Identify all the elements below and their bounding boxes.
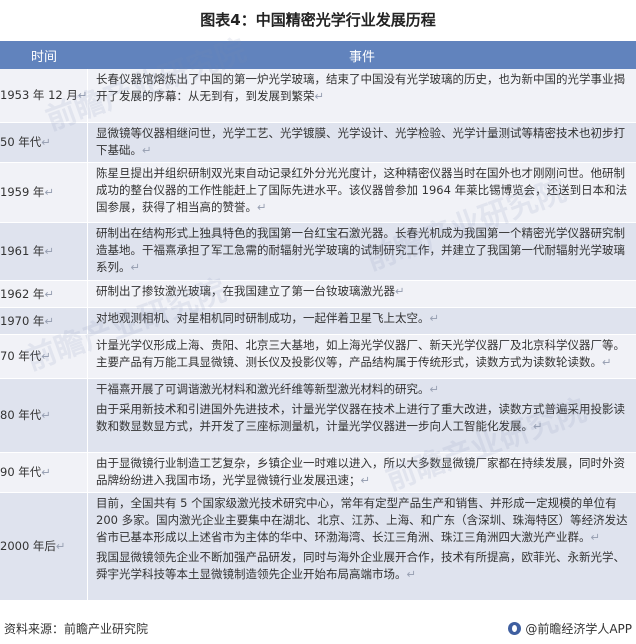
table-row: 50 年代 ↵ 显微镜等仪器相继问世，光学工艺、光学镀膜、光学设计、光学检验、光学计… — [0, 123, 636, 163]
brand: @前瞻经济学人APP — [508, 620, 632, 637]
event-paragraph: 研制出了掺钕激光玻璃，在我国建立了第一台钕玻璃激光器↵ — [96, 283, 632, 300]
return-mark-icon: ↵ — [429, 311, 440, 325]
return-mark-icon: ↵ — [41, 135, 51, 149]
event-paragraph: 研制出在结构形式上独具特色的我国第一台红宝石激光器。长春光机成为我国第一个精密光… — [96, 225, 632, 276]
row-event: 研制出在结构形式上独具特色的我国第一台红宝石激光器。长春光机成为我国第一个精密光… — [88, 223, 636, 280]
event-paragraph: 我国显微镜领先企业不断加强产品研发，同时与海外企业展开合作，技术有所提高，欧菲光… — [96, 549, 632, 583]
table-row: 1953 年 12 月 ↵ 长春仪器馆熔炼出了中国的第一炉光学玻璃，结束了中国没有光… — [0, 69, 636, 123]
table-row: 1970 年 ↵ 对地观测相机、对星相机同时研制成功，一起伴着卫星飞上太空。↵ — [0, 308, 636, 335]
event-paragraph: 计量光学仪形成上海、贵阳、北京三大基地，如上海光学仪器厂、新天光学仪器厂及北京科… — [96, 337, 632, 371]
return-mark-icon: ↵ — [77, 88, 88, 102]
event-text: 目前，全国共有 5 个国家级激光技术研究中心，常年有定型产品生产和销售、并形成一… — [96, 496, 628, 544]
row-time: 90 年代 ↵ — [0, 453, 88, 492]
event-paragraph: 由于采用新技术和引进国外先进技术，计量光学仪器在技术上进行了重大改进，读数方式普… — [96, 401, 632, 435]
row-time-label: 2000 年后 — [0, 539, 56, 553]
row-time-label: 70 年代 — [0, 349, 42, 363]
row-time: 1961 年 ↵ — [0, 223, 88, 280]
row-time-label: 50 年代 — [0, 135, 42, 149]
event-paragraph: 长春仪器馆熔炼出了中国的第一炉光学玻璃，结束了中国没有光学玻璃的历史，也为新中国… — [96, 71, 632, 105]
row-event: 目前，全国共有 5 个国家级激光技术研究中心，常年有定型产品生产和销售、并形成一… — [88, 493, 636, 600]
return-mark-icon: ↵ — [395, 284, 405, 298]
event-paragraph: 显微镜等仪器相继问世，光学工艺、光学镀膜、光学设计、光学检验、光学计量测试等精密… — [96, 125, 632, 159]
return-mark-icon: ↵ — [257, 200, 267, 214]
return-mark-icon: ↵ — [41, 465, 51, 479]
row-time-label: 80 年代 — [0, 408, 42, 422]
return-mark-icon: ↵ — [44, 185, 55, 199]
return-mark-icon: ↵ — [44, 313, 55, 328]
return-mark-icon: ↵ — [429, 382, 440, 396]
row-event: 计量光学仪形成上海、贵阳、北京三大基地，如上海光学仪器厂、新天光学仪器厂及北京科… — [88, 335, 636, 378]
row-time-label: 1962 年 — [0, 286, 45, 301]
table-row: 90 年代 ↵ 由于显微镜行业制造工艺复杂，乡镇企业一时难以进入，所以大多数显微镜厂… — [0, 453, 636, 493]
brand-logo-icon — [508, 621, 522, 635]
return-mark-icon: ↵ — [142, 143, 152, 157]
return-mark-icon: ↵ — [44, 286, 55, 301]
table-row: 1962 年 ↵ 研制出了掺钕激光玻璃，在我国建立了第一台钕玻璃激光器↵ — [0, 281, 636, 308]
header-event: 事件 — [348, 49, 375, 65]
row-event: 显微镜等仪器相继问世，光学工艺、光学镀膜、光学设计、光学检验、光学计量测试等精密… — [88, 123, 636, 162]
row-time-label: 1961 年 — [0, 244, 45, 258]
table-row: 1959 年 ↵ 陈星旦提出并组织研制双光束自动记录红外分光光度计，这种精密仪器当时… — [0, 163, 636, 223]
row-time: 1953 年 12 月 ↵ — [0, 69, 88, 122]
event-paragraph: 对地观测相机、对星相机同时研制成功，一起伴着卫星飞上太空。↵ — [96, 310, 632, 327]
table-row: 80 年代 ↵ 干福熹开展了可调谐激光材料和激光纤维等新型激光材料的研究。↵ 由于采用… — [0, 379, 636, 453]
table-row: 1961 年 ↵ 研制出在结构形式上独具特色的我国第一台红宝石激光器。长春光机成为我… — [0, 223, 636, 281]
return-mark-icon: ↵ — [44, 244, 55, 258]
row-time-label: 1970 年 — [0, 313, 45, 328]
table-row: 2000 年后 ↵ 目前，全国共有 5 个国家级激光技术研究中心，常年有定型产品生产… — [0, 493, 636, 601]
row-time: 70 年代 ↵ — [0, 335, 88, 378]
event-text: 对地观测相机、对星相机同时研制成功，一起伴着卫星飞上太空。 — [96, 311, 430, 325]
event-paragraph: 目前，全国共有 5 个国家级激光技术研究中心，常年有定型产品生产和销售、并形成一… — [96, 495, 632, 546]
row-time: 50 年代 ↵ — [0, 123, 88, 162]
event-text: 陈星旦提出并组织研制双光束自动记录红外分光光度计，这种精密仪器当时在国外也才刚刚… — [96, 166, 628, 214]
row-event: 干福熹开展了可调谐激光材料和激光纤维等新型激光材料的研究。↵ 由于采用新技术和引进… — [88, 379, 636, 452]
row-time-label: 90 年代 — [0, 465, 42, 479]
return-mark-icon: ↵ — [533, 419, 543, 433]
row-event: 陈星旦提出并组织研制双光束自动记录红外分光光度计，这种精密仪器当时在国外也才刚刚… — [88, 163, 636, 222]
event-text: 计量光学仪形成上海、贵阳、北京三大基地，如上海光学仪器厂、新天光学仪器厂及北京科… — [96, 338, 625, 369]
row-time-label: 1959 年 — [0, 185, 45, 199]
row-time: 1962 年 ↵ — [0, 281, 88, 307]
source-note: 资料来源：前瞻产业研究院 — [4, 621, 149, 636]
row-time: 1970 年 ↵ — [0, 308, 88, 334]
event-text: 研制出在结构形式上独具特色的我国第一台红宝石激光器。长春光机成为我国第一个精密光… — [96, 226, 625, 274]
event-text: 研制出了掺钕激光玻璃，在我国建立了第一台钕玻璃激光器 — [96, 284, 395, 298]
row-time: 1959 年 ↵ — [0, 163, 88, 222]
brand-label: @前瞻经济学人APP — [525, 621, 632, 636]
header-time: 时间 — [30, 49, 57, 65]
return-mark-icon: ↵ — [590, 530, 601, 544]
table-row: 70 年代 ↵ 计量光学仪形成上海、贵阳、北京三大基地，如上海光学仪器厂、新天光学仪… — [0, 335, 636, 379]
event-paragraph: 陈星旦提出并组织研制双光束自动记录红外分光光度计，这种精密仪器当时在国外也才刚刚… — [96, 165, 632, 216]
row-time-label: 1953 年 12 月 — [0, 88, 78, 102]
event-paragraph: 干福熹开展了可调谐激光材料和激光纤维等新型激光材料的研究。↵ — [96, 381, 632, 398]
row-event: 由于显微镜行业制造工艺复杂，乡镇企业一时难以进入，所以大多数显微镜厂家都在持续发… — [88, 453, 636, 492]
return-mark-icon: ↵ — [130, 260, 141, 274]
footer: 资料来源：前瞻产业研究院 @前瞻经济学人APP — [0, 612, 636, 644]
return-mark-icon: ↵ — [602, 355, 612, 369]
row-time: 2000 年后 ↵ — [0, 493, 88, 600]
row-event: 对地观测相机、对星相机同时研制成功，一起伴着卫星飞上太空。↵ — [88, 308, 636, 334]
event-text: 由于采用新技术和引进国外先进技术，计量光学仪器在技术上进行了重大改进，读数方式普… — [96, 402, 625, 433]
event-text: 干福熹开展了可调谐激光材料和激光纤维等新型激光材料的研究。 — [96, 382, 430, 396]
event-text: 我国显微镜领先企业不断加强产品研发，同时与海外企业展开合作，技术有所提高，欧菲光… — [96, 550, 625, 581]
row-time: 80 年代 ↵ — [0, 379, 88, 452]
event-text: 显微镜等仪器相继问世，光学工艺、光学镀膜、光学设计、光学检验、光学计量测试等精密… — [96, 126, 625, 157]
event-paragraph: 由于显微镜行业制造工艺复杂，乡镇企业一时难以进入，所以大多数显微镜厂家都在持续发… — [96, 455, 632, 489]
return-mark-icon: ↵ — [406, 567, 417, 581]
table-body: 1953 年 12 月 ↵ 长春仪器馆熔炼出了中国的第一炉光学玻璃，结束了中国没有光… — [0, 69, 636, 601]
return-mark-icon: ↵ — [55, 539, 66, 553]
row-event: 长春仪器馆熔炼出了中国的第一炉光学玻璃，结束了中国没有光学玻璃的历史，也为新中国… — [88, 69, 636, 122]
event-text: 长春仪器馆熔炼出了中国的第一炉光学玻璃，结束了中国没有光学玻璃的历史，也为新中国… — [96, 72, 625, 103]
table-header: 时间 事件 — [0, 41, 636, 69]
return-mark-icon: ↵ — [360, 473, 371, 487]
return-mark-icon: ↵ — [41, 349, 51, 363]
return-mark-icon: ↵ — [41, 408, 51, 422]
return-mark-icon: ↵ — [314, 89, 325, 103]
row-event: 研制出了掺钕激光玻璃，在我国建立了第一台钕玻璃激光器↵ — [88, 281, 636, 307]
page-title: 图表4：中国精密光学行业发展历程 — [200, 11, 436, 29]
timeline-table: 时间 事件 1953 年 12 月 ↵ 长春仪器馆熔炼出了中国的第一炉光学玻璃，结束… — [0, 41, 636, 601]
